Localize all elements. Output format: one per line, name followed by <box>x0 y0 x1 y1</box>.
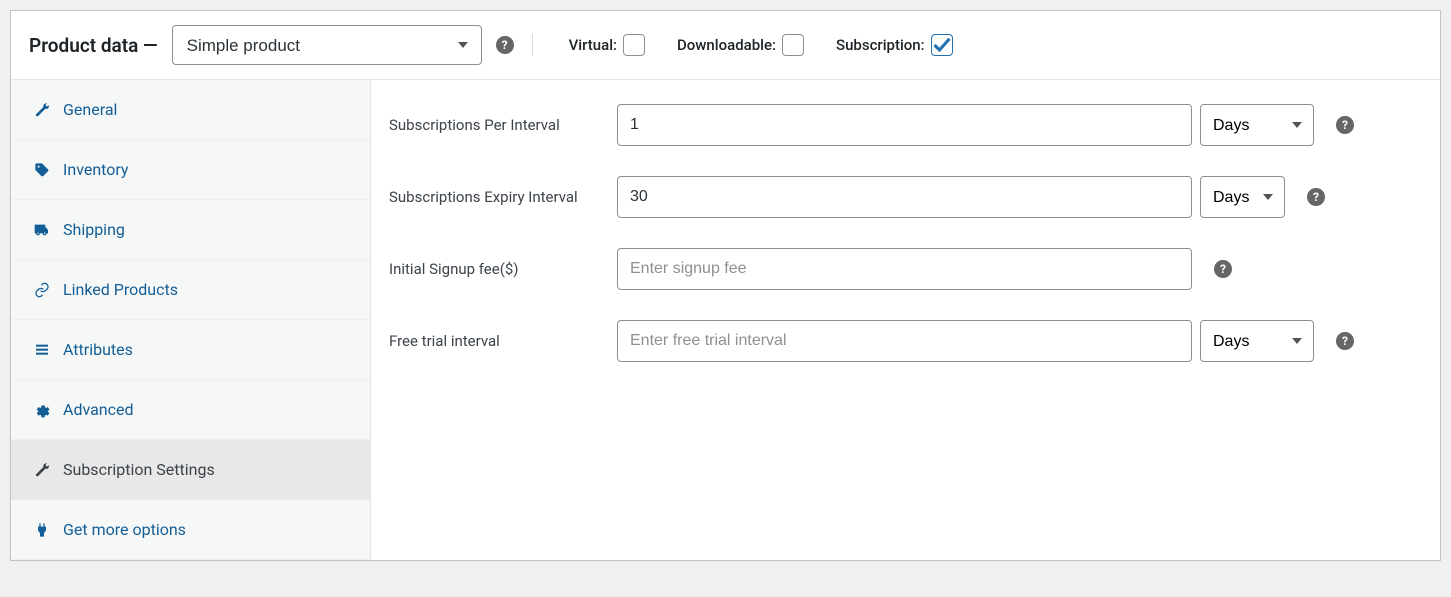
signup-fee-input[interactable] <box>617 248 1192 290</box>
subscription-checkbox[interactable] <box>931 34 953 56</box>
help-icon[interactable]: ? <box>1214 260 1232 278</box>
link-icon <box>33 281 51 299</box>
sidebar-item-label: Get more options <box>63 520 186 539</box>
product-type-select[interactable]: Simple product <box>172 25 482 65</box>
sidebar-item-general[interactable]: General <box>11 80 370 140</box>
sidebar-item-label: Subscription Settings <box>63 460 215 479</box>
list-icon <box>33 341 51 359</box>
panel-title: Product data — <box>29 34 158 57</box>
panel-header: Product data — Simple product ? Virtual:… <box>11 11 1440 80</box>
sidebar-item-advanced[interactable]: Advanced <box>11 380 370 440</box>
product-data-panel: Product data — Simple product ? Virtual:… <box>10 10 1441 561</box>
sidebar-item-label: Attributes <box>63 340 133 359</box>
subscription-label: Subscription: <box>836 36 925 54</box>
help-icon[interactable]: ? <box>496 36 514 54</box>
sidebar-item-label: General <box>63 100 117 119</box>
sidebar-item-label: Linked Products <box>63 280 178 299</box>
expiry-unit-select[interactable]: Days <box>1200 176 1285 218</box>
help-icon[interactable]: ? <box>1336 116 1354 134</box>
plug-icon <box>33 521 51 539</box>
per-interval-unit-select[interactable]: Days <box>1200 104 1314 146</box>
sidebar-item-inventory[interactable]: Inventory <box>11 140 370 200</box>
sidebar-item-attributes[interactable]: Attributes <box>11 320 370 380</box>
virtual-checkbox[interactable] <box>623 34 645 56</box>
expiry-label: Subscriptions Expiry Interval <box>389 188 617 206</box>
sidebar-item-label: Inventory <box>63 160 129 179</box>
trial-input[interactable] <box>617 320 1192 362</box>
sidebar: General Inventory Shipping Linked Produc… <box>11 80 371 560</box>
expiry-input[interactable] <box>617 176 1192 218</box>
per-interval-input[interactable] <box>617 104 1192 146</box>
tag-icon <box>33 161 51 179</box>
truck-icon <box>33 221 51 239</box>
downloadable-checkbox[interactable] <box>782 34 804 56</box>
form-area: Subscriptions Per Interval Days ? Subscr… <box>371 80 1440 560</box>
downloadable-label: Downloadable: <box>677 36 776 54</box>
sidebar-item-subscription-settings[interactable]: Subscription Settings <box>11 440 370 500</box>
sidebar-item-label: Shipping <box>63 220 125 239</box>
sidebar-item-more-options[interactable]: Get more options <box>11 500 370 560</box>
trial-label: Free trial interval <box>389 332 617 350</box>
virtual-label: Virtual: <box>569 36 617 54</box>
trial-unit-select[interactable]: Days <box>1200 320 1314 362</box>
signup-fee-label: Initial Signup fee($) <box>389 260 617 278</box>
wrench-icon <box>33 461 51 479</box>
help-icon[interactable]: ? <box>1307 188 1325 206</box>
per-interval-label: Subscriptions Per Interval <box>389 116 617 134</box>
sidebar-item-linked[interactable]: Linked Products <box>11 260 370 320</box>
gear-icon <box>33 401 51 419</box>
help-icon[interactable]: ? <box>1336 332 1354 350</box>
separator <box>532 34 533 56</box>
wrench-icon <box>33 101 51 119</box>
sidebar-item-label: Advanced <box>63 400 134 419</box>
panel-body: General Inventory Shipping Linked Produc… <box>11 80 1440 560</box>
sidebar-item-shipping[interactable]: Shipping <box>11 200 370 260</box>
